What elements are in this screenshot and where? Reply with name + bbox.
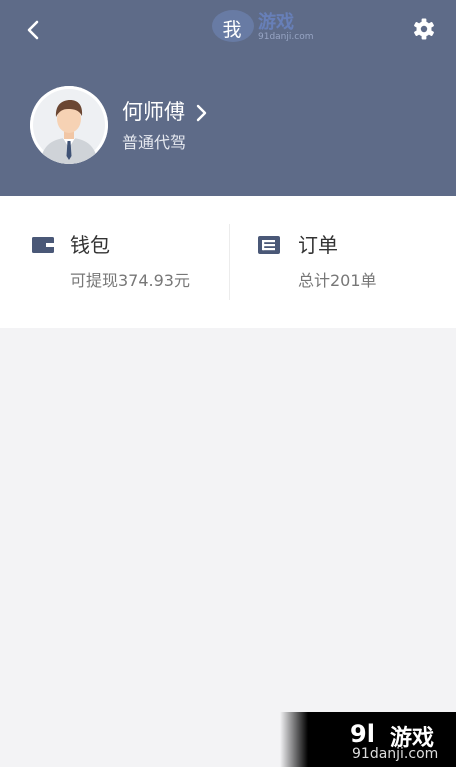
gear-icon — [414, 18, 434, 40]
order-list-icon — [258, 236, 280, 254]
orders-card[interactable]: 订单 总计201单 — [230, 196, 458, 328]
watermark-brand: 游戏 — [258, 12, 294, 33]
watermark-bottom: 9l 游戏 91danji.com — [280, 712, 456, 767]
profile-arrow-button[interactable] — [194, 103, 208, 123]
orders-title: 订单 — [298, 233, 338, 257]
profile-header: 游戏 91danji.com 我 何师傅 普通代驾 — [0, 0, 456, 196]
chevron-right-icon — [196, 104, 207, 122]
wallet-title: 钱包 — [70, 233, 110, 257]
settings-button[interactable] — [410, 14, 438, 44]
summary-cards: 钱包 可提现374.93元 订单 总计201单 — [0, 196, 456, 328]
chevron-left-icon — [27, 20, 39, 40]
orders-total: 总计201单 — [298, 271, 377, 290]
watermark-bottom-url: 91danji.com — [352, 746, 439, 762]
watermark-url: 91danji.com — [258, 32, 314, 42]
wallet-card[interactable]: 钱包 可提现374.93元 — [0, 196, 228, 328]
wallet-icon — [32, 237, 54, 253]
page-title: 我 — [222, 19, 242, 41]
edge-strip — [456, 0, 460, 767]
driver-avatar-icon — [30, 86, 108, 164]
avatar[interactable] — [30, 86, 108, 164]
user-role: 普通代驾 — [122, 133, 187, 152]
wallet-balance: 可提现374.93元 — [70, 271, 190, 290]
back-button[interactable] — [22, 16, 46, 44]
watermark-bottom-logo: 9l — [350, 720, 375, 748]
user-name[interactable]: 何师傅 — [122, 98, 185, 126]
